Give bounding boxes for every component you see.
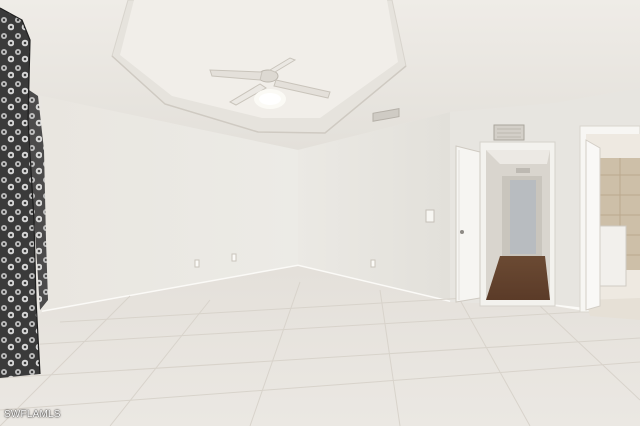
door-knob-icon [460, 230, 464, 234]
light-switch[interactable] [425, 209, 435, 223]
bathroom-door[interactable] [585, 139, 601, 311]
wall-outlet [194, 259, 200, 268]
room-photo: SWFLAMLS [0, 0, 640, 426]
wall-outlet [231, 253, 237, 262]
open-door[interactable] [455, 145, 481, 303]
bathroom-doorway [579, 125, 640, 320]
vanity-counter [597, 225, 627, 287]
room-illustration [0, 0, 640, 426]
hallway-far-door [510, 180, 536, 254]
wall-outlet [370, 259, 376, 268]
hallway-doorway [479, 141, 556, 307]
watermark-text: SWFLAMLS [4, 409, 61, 420]
